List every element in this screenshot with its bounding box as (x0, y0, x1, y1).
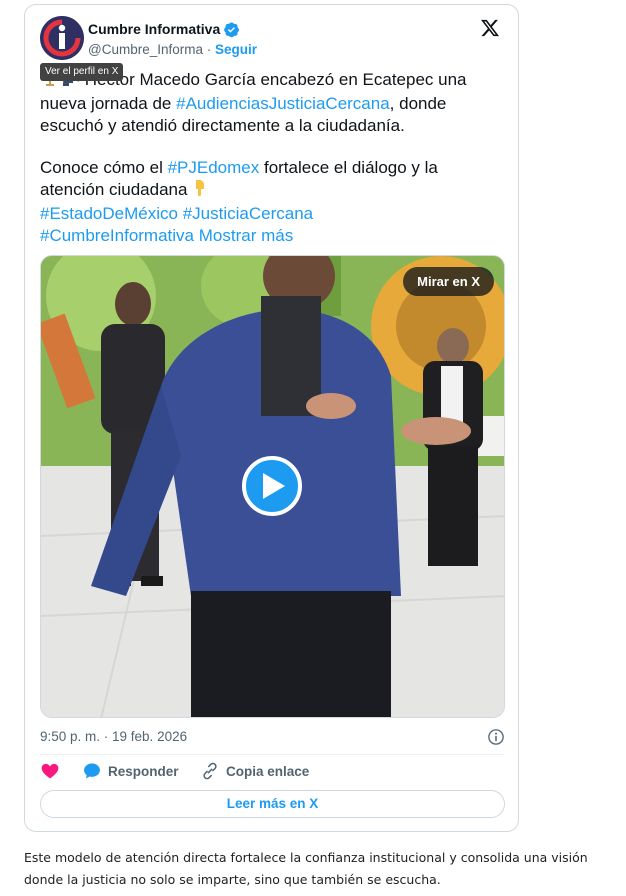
profile-tooltip: Ver el perfil en X (40, 63, 124, 81)
tweet-text-part-3: Conoce cómo el (40, 158, 168, 177)
tweet-timestamp[interactable]: 9:50 p. m. · 19 feb. 2026 (40, 729, 187, 744)
speech-bubble-icon (84, 763, 100, 779)
copy-link-label: Copia enlace (226, 763, 310, 779)
info-icon[interactable] (487, 728, 505, 746)
follow-button[interactable]: Seguir (215, 42, 257, 57)
avatar-logo-icon (40, 16, 84, 60)
video-media[interactable]: Mirar en X (40, 255, 505, 718)
handle-separator: · (203, 42, 215, 57)
tweet-header: Cumbre Informativa @Cumbre_Informa · Seg… (40, 16, 504, 60)
author-name[interactable]: Cumbre Informativa (88, 21, 220, 37)
author-info: Cumbre Informativa @Cumbre_Informa · Seg… (88, 20, 257, 57)
watch-on-x-button[interactable]: Mirar en X (403, 267, 494, 296)
author-avatar[interactable] (40, 16, 84, 60)
tweet-card: Cumbre Informativa @Cumbre_Informa · Seg… (24, 4, 519, 832)
article-caption: Este modelo de atención directa fortalec… (24, 850, 588, 887)
show-more-link[interactable]: Mostrar más (199, 226, 293, 245)
play-button[interactable] (242, 456, 302, 516)
hashtag-cumbre-link[interactable]: #CumbreInformativa (40, 226, 194, 245)
pointing-down-emoji (192, 179, 208, 203)
play-icon (263, 473, 285, 499)
heart-icon (41, 763, 59, 779)
reply-button[interactable]: Responder (82, 761, 200, 781)
hashtag-audiencias-link[interactable]: #AudienciasJusticiaCercana (176, 94, 390, 113)
hashtag-pjedomex-link[interactable]: #PJEdomex (168, 158, 260, 177)
like-button[interactable] (40, 761, 82, 781)
hashtag-estado-link[interactable]: #EstadoDeMéxico (40, 204, 178, 223)
tweet-meta: 9:50 p. m. · 19 feb. 2026 (40, 727, 505, 747)
link-icon (203, 762, 217, 780)
tweet-text: Héctor Macedo García encabezó en Ecatepe… (40, 69, 505, 247)
x-logo-icon[interactable] (480, 18, 500, 38)
tweet-divider (40, 754, 504, 755)
read-more-button[interactable]: Leer más en X (40, 790, 505, 818)
tweet-actions: Responder Copia enlace (40, 761, 309, 781)
verified-badge-icon (224, 21, 240, 37)
hashtag-justicia-link[interactable]: #JusticiaCercana (183, 204, 313, 223)
author-handle[interactable]: @Cumbre_Informa (88, 42, 203, 57)
reply-label: Responder (108, 763, 179, 779)
copy-link-button[interactable]: Copia enlace (200, 761, 309, 781)
